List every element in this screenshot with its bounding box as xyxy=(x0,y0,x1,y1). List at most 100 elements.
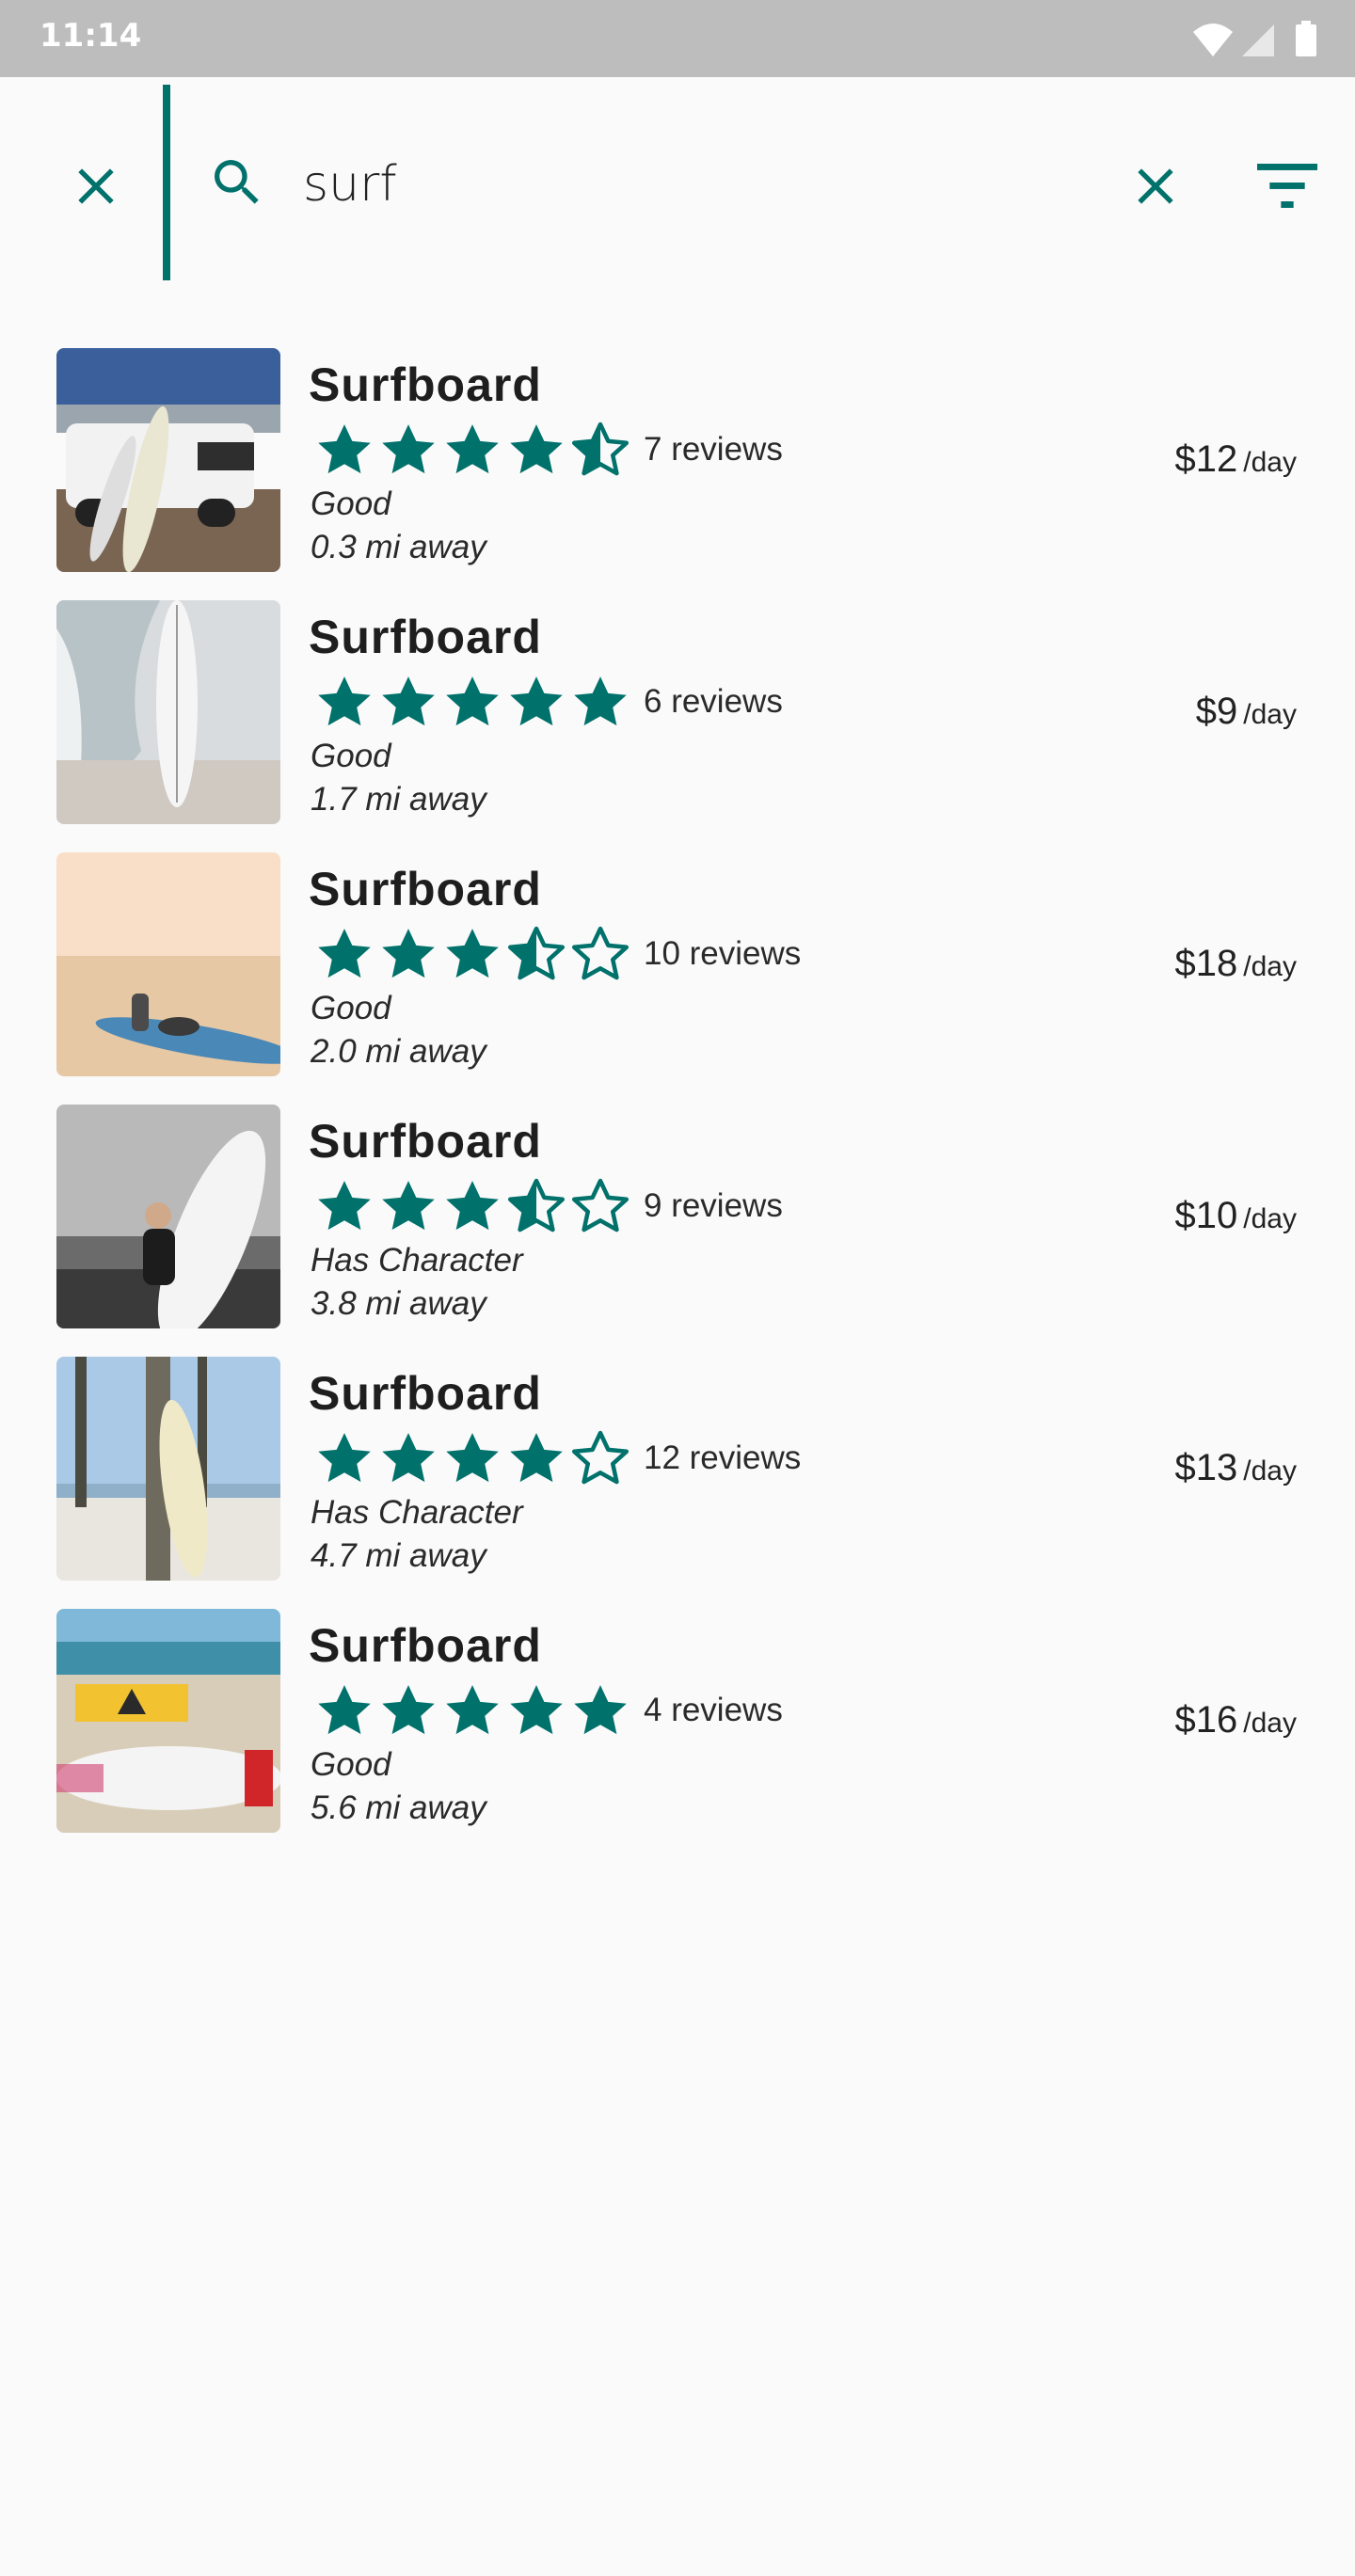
price-unit: /day xyxy=(1243,951,1297,982)
star-filled-icon xyxy=(318,1685,371,1735)
surfer-holding-board-photo xyxy=(56,1105,280,1328)
listing-title: Surfboard xyxy=(309,1619,542,1672)
condition-label: Good xyxy=(311,485,391,522)
star-half-icon xyxy=(571,421,630,476)
wifi-icon xyxy=(1193,24,1233,56)
star-filled-icon xyxy=(318,1433,371,1483)
price: $12/day xyxy=(1175,438,1297,481)
star-filled-icon xyxy=(318,424,371,474)
star-half-icon xyxy=(507,1178,566,1232)
star-rating xyxy=(312,1426,632,1490)
price-amount: $12 xyxy=(1174,438,1238,480)
battery-icon xyxy=(1296,21,1316,56)
star-filled-icon xyxy=(382,424,435,474)
listing-title: Surfboard xyxy=(309,1115,542,1168)
distance-label: 0.3 mi away xyxy=(311,529,486,565)
review-count: 7 reviews xyxy=(644,431,783,468)
listing-title: Surfboard xyxy=(309,358,542,411)
star-filled-icon xyxy=(318,1181,371,1231)
star-filled-icon xyxy=(382,929,435,978)
star-filled-icon xyxy=(510,676,563,726)
star-filled-icon xyxy=(318,929,371,978)
price-amount: $16 xyxy=(1174,1699,1238,1741)
star-filled-icon xyxy=(446,1181,499,1231)
condition-label: Has Character xyxy=(311,1242,523,1279)
star-empty-icon xyxy=(571,1430,630,1485)
list-item[interactable]: Surfboard 6 reviews Good 1.7 mi away $9/… xyxy=(0,600,1355,852)
star-filled-icon xyxy=(510,424,563,474)
star-filled-icon xyxy=(382,1433,435,1483)
distance-label: 3.8 mi away xyxy=(311,1285,486,1322)
board-by-warning-sign-photo xyxy=(56,1609,280,1833)
board-against-palm-photo xyxy=(56,1357,280,1581)
list-item[interactable]: Surfboard 7 reviews Good 0.3 mi away $12… xyxy=(0,348,1355,600)
star-empty-icon xyxy=(571,1178,630,1232)
price-amount: $10 xyxy=(1174,1195,1238,1236)
star-rating xyxy=(312,1678,632,1742)
star-filled-icon xyxy=(510,1433,563,1483)
condition-label: Has Character xyxy=(311,1494,523,1531)
star-filled-icon xyxy=(574,1685,627,1735)
star-filled-icon xyxy=(382,1181,435,1231)
surfboard-by-suv-photo xyxy=(56,348,280,572)
condition-label: Good xyxy=(311,990,391,1026)
review-count: 12 reviews xyxy=(644,1439,802,1476)
distance-label: 4.7 mi away xyxy=(311,1537,486,1574)
distance-label: 2.0 mi away xyxy=(311,1033,486,1070)
star-rating xyxy=(312,670,632,734)
star-rating xyxy=(312,1174,632,1238)
star-rating xyxy=(312,922,632,986)
paddleboard-on-beach-photo xyxy=(56,852,280,1076)
condition-label: Good xyxy=(311,738,391,774)
listing-title: Surfboard xyxy=(309,1367,542,1420)
price-amount: $13 xyxy=(1174,1447,1238,1488)
listing-title: Surfboard xyxy=(309,863,542,915)
listing-title: Surfboard xyxy=(309,611,542,663)
list-item[interactable]: Surfboard 9 reviews Has Character 3.8 mi… xyxy=(0,1105,1355,1357)
search-input[interactable] xyxy=(303,145,1056,224)
price-unit: /day xyxy=(1243,699,1297,730)
search-cursor-divider xyxy=(163,85,170,280)
distance-label: 1.7 mi away xyxy=(311,781,486,818)
cell-signal-icon xyxy=(1242,24,1274,56)
review-count: 9 reviews xyxy=(644,1187,783,1224)
status-time: 11:14 xyxy=(40,17,142,55)
price: $9/day xyxy=(1196,691,1297,733)
star-filled-icon xyxy=(446,424,499,474)
price-unit: /day xyxy=(1243,1708,1297,1739)
review-count: 10 reviews xyxy=(644,935,802,972)
star-filled-icon xyxy=(318,676,371,726)
star-rating xyxy=(312,418,632,482)
price-amount: $18 xyxy=(1174,943,1238,984)
review-count: 4 reviews xyxy=(644,1692,783,1728)
star-half-icon xyxy=(507,926,566,980)
filter-icon[interactable] xyxy=(1257,158,1317,215)
status-bar: 11:14 xyxy=(0,0,1355,77)
star-filled-icon xyxy=(574,676,627,726)
star-filled-icon xyxy=(382,1685,435,1735)
clear-search-icon[interactable] xyxy=(1125,156,1186,216)
price: $16/day xyxy=(1175,1699,1297,1741)
close-icon[interactable] xyxy=(66,156,126,216)
star-filled-icon xyxy=(446,1685,499,1735)
star-filled-icon xyxy=(446,676,499,726)
price: $10/day xyxy=(1175,1195,1297,1237)
star-filled-icon xyxy=(510,1685,563,1735)
results-list: Surfboard 7 reviews Good 0.3 mi away $12… xyxy=(0,348,1355,1861)
star-filled-icon xyxy=(446,929,499,978)
star-filled-icon xyxy=(382,676,435,726)
star-empty-icon xyxy=(571,926,630,980)
price: $18/day xyxy=(1175,943,1297,985)
price-unit: /day xyxy=(1243,1455,1297,1487)
distance-label: 5.6 mi away xyxy=(311,1789,486,1826)
star-filled-icon xyxy=(446,1433,499,1483)
list-item[interactable]: Surfboard 10 reviews Good 2.0 mi away $1… xyxy=(0,852,1355,1105)
list-item[interactable]: Surfboard 12 reviews Has Character 4.7 m… xyxy=(0,1357,1355,1609)
price-unit: /day xyxy=(1243,447,1297,478)
review-count: 6 reviews xyxy=(644,683,783,720)
price-amount: $9 xyxy=(1195,691,1238,732)
list-item[interactable]: Surfboard 4 reviews Good 5.6 mi away $16… xyxy=(0,1609,1355,1861)
surfboard-on-shore-photo xyxy=(56,600,280,824)
condition-label: Good xyxy=(311,1746,391,1783)
price: $13/day xyxy=(1175,1447,1297,1489)
